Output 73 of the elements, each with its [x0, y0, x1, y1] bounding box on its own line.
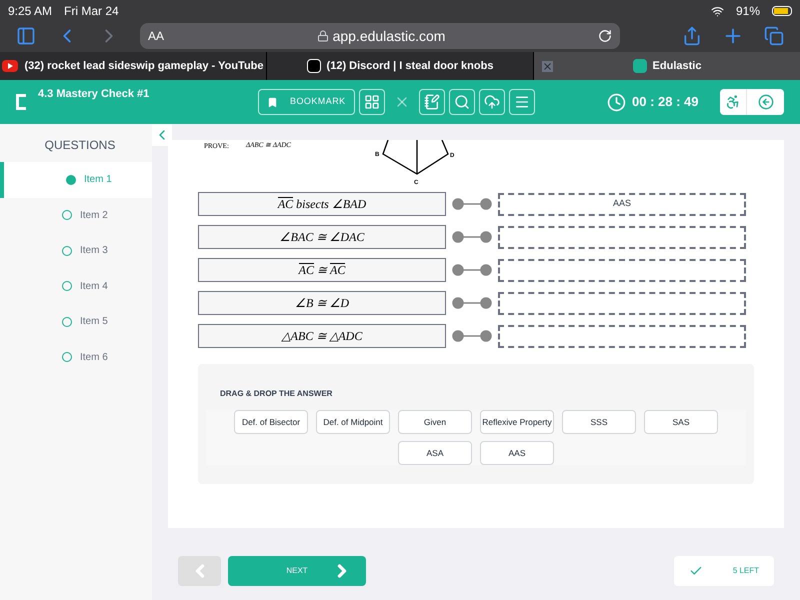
browser-tab[interactable]: (12) Discord | I steal door knobs — [267, 52, 534, 80]
test-title: 4.3 Mastery Check #1 — [38, 86, 150, 102]
battery-percent: 91% — [736, 3, 760, 20]
menu-button[interactable] — [508, 89, 535, 115]
exit-button[interactable] — [746, 89, 784, 115]
text-size-button[interactable]: AA — [148, 27, 164, 45]
wifi-icon — [710, 4, 724, 18]
panel-title: DRAG & DROP THE ANSWER — [220, 388, 334, 400]
sidebar-icon[interactable] — [16, 26, 36, 46]
url-text: app.edulastic.com — [332, 26, 446, 46]
connector — [452, 297, 492, 309]
answer-option[interactable]: AAS — [480, 441, 554, 465]
answer-drop-zone[interactable] — [498, 226, 746, 248]
menu-icon — [514, 94, 530, 110]
answer-drop-zone[interactable] — [498, 324, 746, 348]
question-item[interactable]: Item 3 — [0, 233, 152, 268]
battery-icon — [772, 6, 792, 16]
answer-option[interactable]: Def. of Midpoint — [316, 410, 390, 434]
app-icon — [306, 59, 321, 73]
question-item[interactable]: Item 4 — [0, 268, 152, 304]
answer-option[interactable]: Def. of Bisector — [234, 410, 308, 434]
connector — [452, 231, 492, 243]
logo-icon — [632, 59, 647, 73]
question-item[interactable]: Item 5 — [0, 304, 152, 340]
math-text: ∠BAC ≅ ∠DAC — [280, 229, 364, 246]
accessibility-button[interactable] — [720, 89, 746, 115]
timer: 00 : 28 : 49 — [632, 93, 700, 112]
accessibility-icon — [725, 94, 741, 110]
question-item[interactable]: Item 2 — [0, 198, 152, 233]
answer-option[interactable]: SAS — [644, 410, 718, 434]
search-icon — [454, 94, 470, 110]
cloud-upload-icon — [484, 94, 500, 110]
notepad-icon — [424, 94, 440, 110]
address-bar[interactable]: AA app.edulastic.com — [140, 23, 620, 49]
grid-button[interactable] — [358, 89, 385, 115]
math-text: AC — [330, 263, 346, 277]
browser-tab[interactable]: Edulastic — [534, 52, 800, 80]
search-button[interactable] — [448, 89, 475, 115]
answer-drop-zone[interactable] — [498, 292, 746, 314]
math-text: AC — [278, 197, 294, 211]
notepad-button[interactable] — [418, 89, 445, 115]
math-text: ≅ — [316, 262, 328, 279]
question-item[interactable]: Item 6 — [0, 340, 152, 375]
browser-tab[interactable]: (32) rocket lead sideswip gameplay - YouTube — [0, 52, 267, 80]
clock-icon — [607, 92, 626, 112]
grid-icon — [364, 94, 380, 110]
answer-option[interactable]: Given — [398, 410, 472, 434]
tabs-icon[interactable] — [764, 26, 784, 46]
connector — [452, 198, 492, 210]
video-icon — [2, 60, 18, 72]
answer-drop-zone[interactable]: AAS — [498, 192, 746, 216]
math-text: AC — [298, 263, 314, 277]
connector — [452, 330, 492, 342]
connector — [452, 264, 492, 276]
math-text: ∠B ≅ ∠D — [295, 295, 349, 312]
lock-icon — [316, 30, 329, 42]
bookmark-icon — [267, 96, 278, 108]
reload-icon[interactable] — [598, 29, 612, 43]
status-date: Fri Mar 24 — [64, 3, 119, 20]
math-text: △ABC ≅ △ADC — [282, 328, 362, 345]
sidebar-title: QUESTIONS — [44, 137, 116, 154]
answer-option[interactable]: ASA — [398, 441, 472, 465]
status-time: 9:25 AM — [8, 3, 52, 20]
share-icon[interactable] — [682, 26, 702, 46]
answer-drop-zone[interactable] — [498, 258, 746, 282]
logo-icon — [16, 94, 26, 110]
exit-icon — [758, 94, 774, 110]
collapse-button[interactable] — [152, 124, 172, 146]
math-text: bisects ∠BAD — [295, 196, 366, 213]
answer-option[interactable]: SSS — [562, 410, 636, 434]
cloud-upload-button[interactable] — [478, 89, 505, 115]
close-icon[interactable] — [542, 60, 553, 72]
answer-option[interactable]: Reflexive Property — [480, 410, 554, 434]
